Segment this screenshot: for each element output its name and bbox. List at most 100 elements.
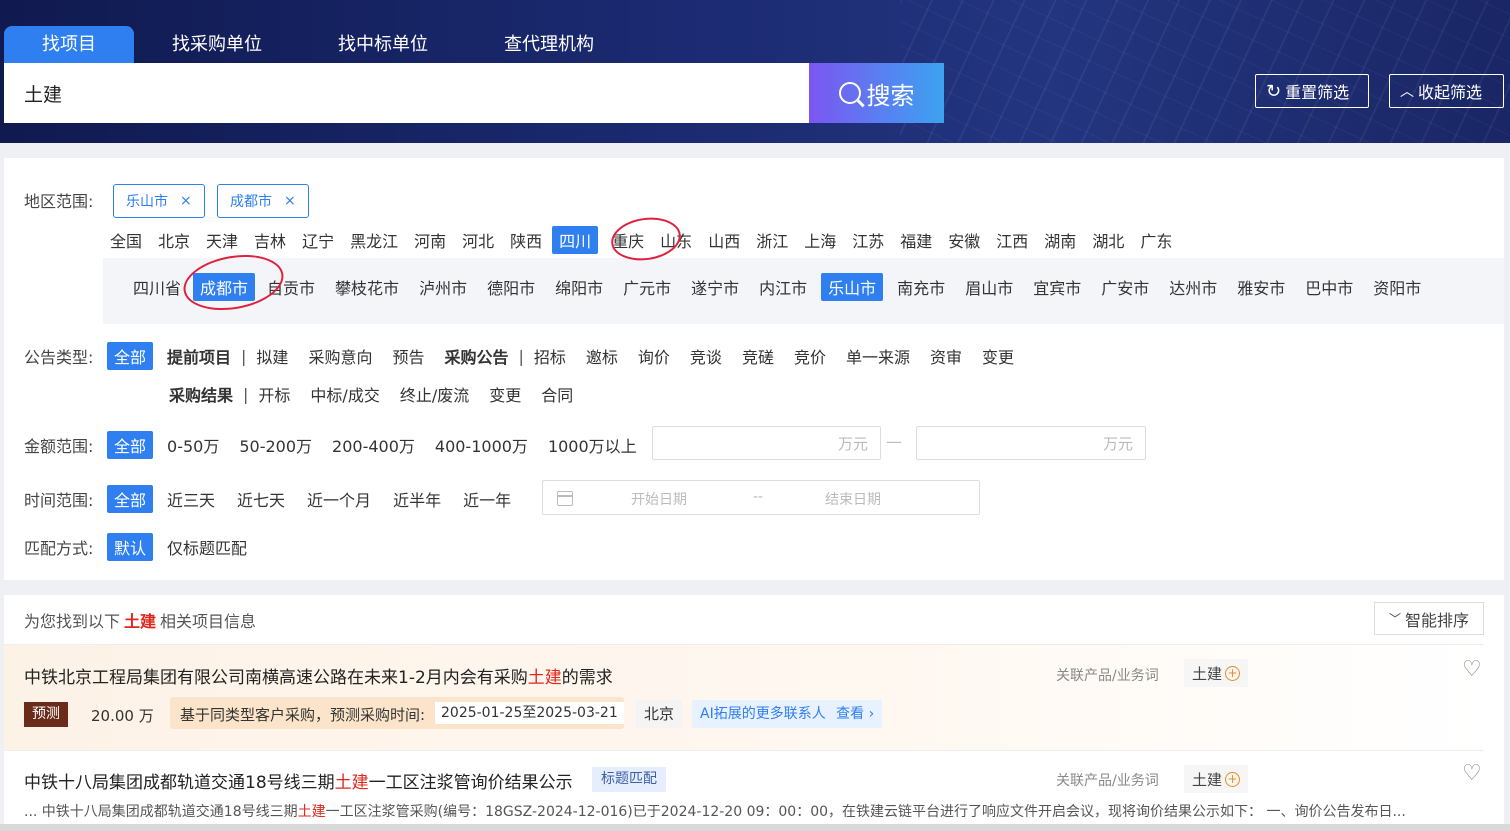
notice-group-procurement[interactable]: 采购公告 [444,344,508,368]
notice-type-item[interactable]: 终止/废流 [400,382,469,406]
city-item-selected[interactable]: 乐山市 [821,273,884,301]
amount-all[interactable]: 全部 [107,431,154,459]
city-item[interactable]: 宜宾市 [1033,275,1081,299]
province-item[interactable]: 山西 [708,228,740,252]
province-item[interactable]: 湖南 [1044,228,1076,252]
province-item[interactable]: 福建 [900,228,932,252]
time-option[interactable]: 近七天 [237,487,285,511]
city-item[interactable]: 绵阳市 [555,275,603,299]
notice-type-item[interactable]: 竞磋 [742,344,774,368]
city-item[interactable]: 泸州市 [419,275,467,299]
result-item[interactable]: 中铁十八局集团成都轨道交通18号线三期土建一工区注浆管询价结果公示 标题匹配 关… [4,750,1484,831]
province-item[interactable]: 江苏 [852,228,884,252]
province-item[interactable]: 北京 [158,228,190,252]
province-item[interactable]: 全国 [110,228,142,252]
city-item[interactable]: 自贡市 [267,275,315,299]
related-keyword-tag[interactable]: 土建 + [1184,659,1249,687]
close-icon[interactable]: × [284,193,296,209]
notice-group-result[interactable]: 采购结果 [169,382,233,406]
date-range-picker[interactable]: 开始日期 -- 结束日期 [542,480,980,515]
notice-type-item[interactable]: 开标 [258,382,290,406]
related-keyword-tag[interactable]: 土建 + [1184,765,1249,793]
city-item[interactable]: 雅安市 [1237,275,1285,299]
city-item[interactable]: 广元市 [623,275,671,299]
result-title[interactable]: 中铁十八局集团成都轨道交通18号线三期土建一工区注浆管询价结果公示 [24,768,573,793]
notice-type-item[interactable]: 竞价 [794,344,826,368]
city-item[interactable]: 达州市 [1169,275,1217,299]
province-item[interactable]: 湖北 [1092,228,1124,252]
amount-option[interactable]: 200-400万 [332,433,415,457]
horizontal-scrollbar[interactable] [0,824,1510,831]
search-button[interactable]: 搜索 [809,63,944,123]
province-item[interactable]: 河南 [414,228,446,252]
city-item[interactable]: 南充市 [897,275,945,299]
time-option[interactable]: 近一年 [463,487,511,511]
close-icon[interactable]: × [180,193,192,209]
plus-circle-icon[interactable]: + [1225,665,1241,681]
city-item[interactable]: 内江市 [759,275,807,299]
province-item[interactable]: 重庆 [612,228,644,252]
notice-type-item[interactable]: 资审 [930,344,962,368]
province-item[interactable]: 辽宁 [302,228,334,252]
notice-type-item[interactable]: 中标/成交 [310,382,379,406]
city-item[interactable]: 德阳市 [487,275,535,299]
time-option[interactable]: 近三天 [167,487,215,511]
result-item[interactable]: 中铁北京工程局集团有限公司南横高速公路在未来1-2月内会有采购土建的需求 关联产… [4,644,1484,750]
time-all[interactable]: 全部 [107,485,154,513]
notice-type-item[interactable]: 拟建 [256,344,288,368]
city-item[interactable]: 攀枝花市 [335,275,399,299]
time-option[interactable]: 近半年 [393,487,441,511]
city-item[interactable]: 广安市 [1101,275,1149,299]
tab-find-projects[interactable]: 找项目 [4,26,134,63]
time-option[interactable]: 近一个月 [307,487,371,511]
province-item[interactable]: 吉林 [254,228,286,252]
heart-icon[interactable]: ♡ [1462,761,1482,786]
province-item[interactable]: 广东 [1140,228,1172,252]
notice-type-item[interactable]: 邀标 [586,344,618,368]
match-default[interactable]: 默认 [107,533,154,561]
ai-contacts-box[interactable]: AI拓展的更多联系人 查看 › [692,700,883,728]
smart-sort-button[interactable]: ﹀ 智能排序 [1374,602,1484,635]
province-item[interactable]: 江西 [996,228,1028,252]
amount-option[interactable]: 1000万以上 [548,433,637,457]
notice-type-item[interactable]: 预告 [392,344,424,368]
end-date-placeholder[interactable]: 结束日期 [825,489,881,509]
city-item[interactable]: 巴中市 [1305,275,1353,299]
notice-type-item[interactable]: 合同 [541,382,573,406]
province-item[interactable]: 山东 [660,228,692,252]
province-item[interactable]: 天津 [206,228,238,252]
notice-type-item[interactable]: 采购意向 [308,344,372,368]
province-item[interactable]: 上海 [804,228,836,252]
province-item[interactable]: 河北 [462,228,494,252]
city-item[interactable]: 资阳市 [1373,275,1421,299]
ai-contacts-view-link[interactable]: 查看 › [836,706,874,722]
collapse-filter-button[interactable]: ︿ 收起筛选 [1389,74,1504,108]
amount-option[interactable]: 400-1000万 [435,433,528,457]
tab-find-agencies[interactable]: 查代理机构 [466,26,632,63]
province-item[interactable]: 黑龙江 [350,228,398,252]
plus-circle-icon[interactable]: + [1225,771,1241,787]
city-item-selected[interactable]: 成都市 [193,273,256,301]
tab-find-winners[interactable]: 找中标单位 [300,26,466,63]
tab-find-purchasers[interactable]: 找采购单位 [134,26,300,63]
province-item[interactable]: 浙江 [756,228,788,252]
amount-option[interactable]: 0-50万 [167,433,219,457]
reset-filter-button[interactable]: ↻ 重置筛选 [1255,74,1369,108]
notice-type-item[interactable]: 变更 [982,344,1014,368]
notice-type-item[interactable]: 变更 [489,382,521,406]
notice-type-item[interactable]: 竞谈 [690,344,722,368]
province-item[interactable]: 安徽 [948,228,980,252]
notice-type-item[interactable]: 招标 [534,344,566,368]
city-item[interactable]: 四川省 [133,275,181,299]
notice-type-item[interactable]: 单一来源 [846,344,910,368]
amount-min-input[interactable]: 万元 [652,426,881,460]
province-item-selected[interactable]: 四川 [552,226,599,254]
result-title[interactable]: 中铁北京工程局集团有限公司南横高速公路在未来1-2月内会有采购土建的需求 [24,663,613,688]
notice-type-item[interactable]: 询价 [638,344,670,368]
match-title-only[interactable]: 仅标题匹配 [167,535,247,559]
notice-type-all[interactable]: 全部 [107,342,154,370]
start-date-placeholder[interactable]: 开始日期 [631,489,687,509]
heart-icon[interactable]: ♡ [1462,657,1482,682]
province-item[interactable]: 陕西 [510,228,542,252]
notice-group-advance[interactable]: 提前项目 [167,344,231,368]
